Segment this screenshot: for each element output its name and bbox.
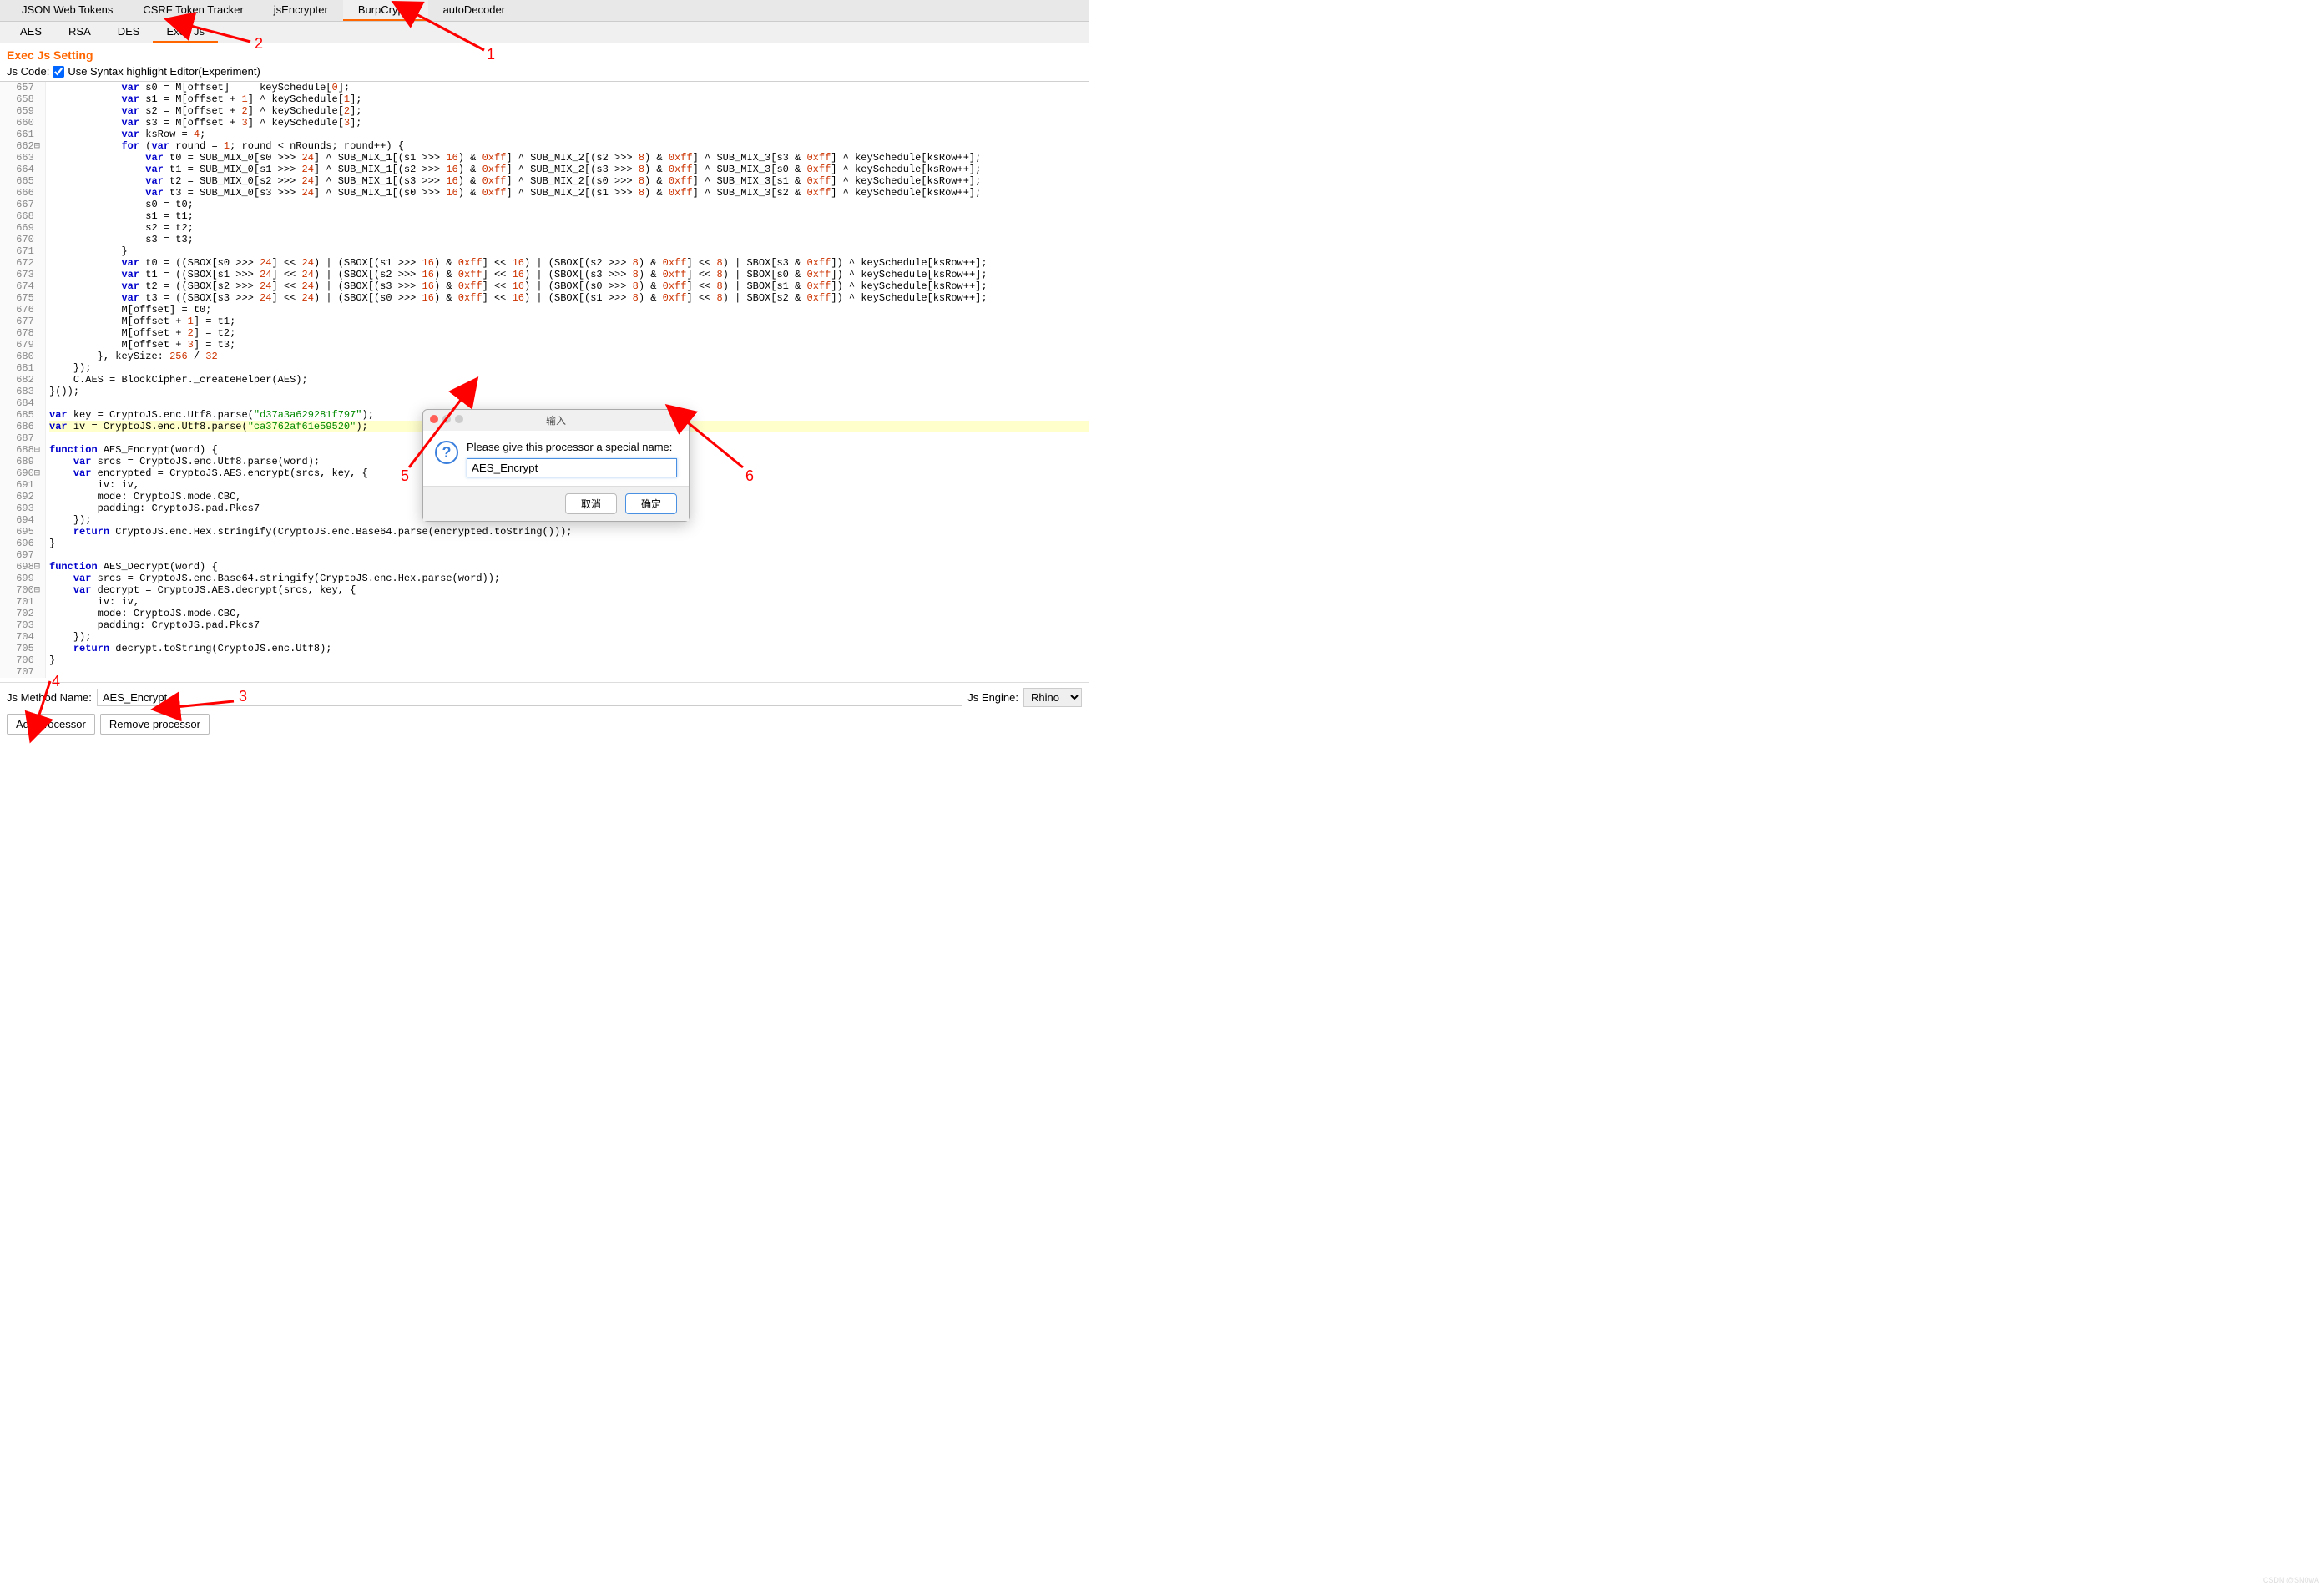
code-editor[interactable]: 657 658 659 660 661 662⊟ 663 664 665 666… <box>0 81 1089 682</box>
annotation-1: 1 <box>487 46 495 63</box>
syntax-checkbox[interactable] <box>53 66 64 78</box>
input-dialog: 输入 ? Please give this processor a specia… <box>422 409 690 522</box>
jscode-row: Js Code: Use Syntax highlight Editor(Exp… <box>0 62 1089 81</box>
sub-tabs: AESRSADESExec Js <box>0 22 1089 43</box>
syntax-label: Use Syntax highlight Editor(Experiment) <box>68 65 260 78</box>
method-label: Js Method Name: <box>7 691 92 704</box>
top-tabs: JSON Web TokensCSRF Token TrackerjsEncry… <box>0 0 1089 22</box>
dialog-cancel-button[interactable]: 取消 <box>565 493 617 514</box>
dialog-title: 输入 <box>546 415 566 427</box>
section-title: Exec Js Setting <box>0 43 1089 62</box>
jscode-label: Js Code: <box>7 65 49 78</box>
engine-select[interactable]: Rhino <box>1023 688 1082 707</box>
top-tab-csrf-token-tracker[interactable]: CSRF Token Tracker <box>128 0 258 21</box>
dialog-prompt: Please give this processor a special nam… <box>467 441 677 453</box>
top-tab-autodecoder[interactable]: autoDecoder <box>428 0 520 21</box>
sub-tab-rsa[interactable]: RSA <box>55 22 104 43</box>
sub-tab-exec-js[interactable]: Exec Js <box>153 22 218 43</box>
annotation-5: 5 <box>401 467 409 485</box>
bottom-bar: Js Method Name: Js Engine: Rhino <box>0 682 1089 712</box>
top-tab-burpcrypto[interactable]: BurpCrypto <box>343 0 428 21</box>
dialog-input[interactable] <box>467 458 677 477</box>
watermark: CSDN @SN0wA <box>2263 1576 2319 1584</box>
annotation-3: 3 <box>239 688 247 705</box>
dialog-titlebar[interactable]: 输入 <box>423 410 689 431</box>
annotation-4: 4 <box>52 673 60 690</box>
dialog-ok-button[interactable]: 确定 <box>625 493 677 514</box>
method-name-input[interactable] <box>97 689 962 706</box>
remove-processor-button[interactable]: Remove processor <box>100 714 210 735</box>
annotation-2: 2 <box>255 35 263 53</box>
zoom-icon <box>455 415 463 423</box>
editor-code[interactable]: var s0 = M[offset] keySchedule[0]; var s… <box>46 82 1089 678</box>
question-icon: ? <box>435 441 458 464</box>
close-icon[interactable] <box>430 415 438 423</box>
add-processor-button[interactable]: Add processor <box>7 714 95 735</box>
minimize-icon <box>442 415 451 423</box>
editor-gutter: 657 658 659 660 661 662⊟ 663 664 665 666… <box>0 82 46 678</box>
sub-tab-aes[interactable]: AES <box>7 22 55 43</box>
engine-label: Js Engine: <box>967 691 1018 704</box>
annotation-6: 6 <box>745 467 754 485</box>
sub-tab-des[interactable]: DES <box>104 22 154 43</box>
top-tab-jsencrypter[interactable]: jsEncrypter <box>259 0 343 21</box>
top-tab-json-web-tokens[interactable]: JSON Web Tokens <box>7 0 128 21</box>
button-row: Add processor Remove processor <box>0 712 1089 741</box>
